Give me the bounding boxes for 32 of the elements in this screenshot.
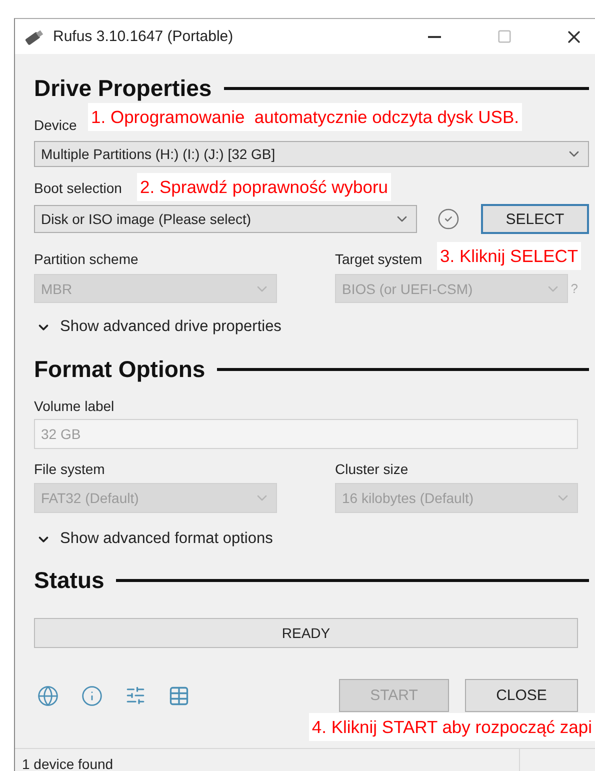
status-text: READY — [282, 625, 330, 641]
field-label: File system — [34, 460, 105, 478]
globe-icon[interactable] — [37, 684, 59, 706]
log-icon[interactable] — [168, 684, 190, 706]
device-dropdown[interactable]: Multiple Partitions (H:) (I:) (J:) [32 GB] — [34, 141, 589, 167]
field-label: Cluster size — [335, 460, 408, 478]
settings-icon[interactable] — [125, 685, 146, 706]
section-heading: Status — [34, 566, 104, 594]
minimize-icon — [428, 36, 440, 38]
status-bar-text: 1 device found — [15, 749, 520, 771]
field-label: Device — [34, 116, 77, 134]
section-heading: Format Options — [34, 356, 206, 382]
window-title: Rufus 3.10.1647 (Portable) — [53, 28, 234, 45]
help-mark[interactable]: ? — [570, 281, 578, 296]
info-icon[interactable] — [81, 684, 103, 706]
field-label: Volume label — [34, 397, 114, 415]
section-heading: Drive Properties — [34, 74, 212, 102]
maximize-icon — [496, 29, 512, 44]
usb-drive-icon — [23, 28, 45, 44]
annotation-text: 4. Kliknij START aby rozpocząć zapi — [308, 713, 595, 741]
field-label: Partition scheme — [34, 250, 138, 268]
annotation-text: 1. Oprogramowanie automatycznie odczyta dysk USB. — [88, 103, 522, 131]
field-label: Target system — [335, 250, 422, 268]
annotation-text: 2. Sprawdź poprawność wyboru — [137, 173, 392, 201]
annotation-text: 3. Kliknij SELECT — [437, 242, 582, 270]
action-button[interactable]: CLOSE — [465, 679, 578, 712]
select-button[interactable]: SELECT — [480, 204, 589, 234]
boot-selection-dropdown[interactable]: Disk or ISO image (Please select) — [34, 205, 417, 233]
check-icon[interactable] — [437, 207, 460, 231]
advanced-toggle[interactable]: Show advanced format options — [34, 530, 273, 548]
field-label: Boot selection — [34, 179, 122, 197]
advanced-toggle[interactable]: Show advanced drive properties — [34, 318, 282, 336]
